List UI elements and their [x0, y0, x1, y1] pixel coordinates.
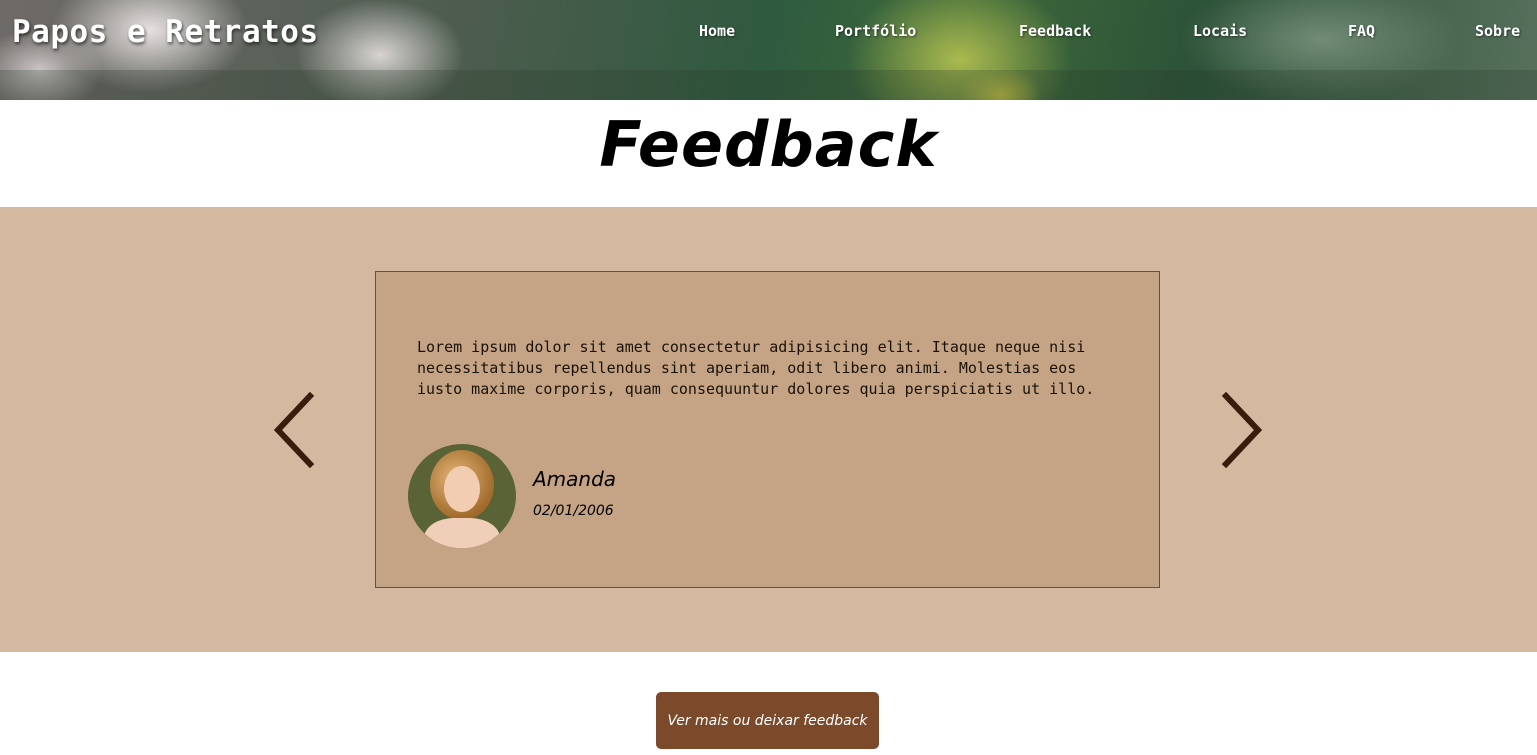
- nav-sobre[interactable]: Sobre: [1475, 22, 1520, 40]
- testimonial-quote: Lorem ipsum dolor sit amet consectetur a…: [417, 338, 1095, 398]
- testimonial-author: Amanda: [533, 467, 617, 491]
- nav-feedback[interactable]: Feedback: [1019, 22, 1091, 40]
- nav-locais[interactable]: Locais: [1193, 22, 1247, 40]
- nav-home[interactable]: Home: [699, 22, 735, 40]
- testimonial-card: Lorem ipsum dolor sit amet consectetur a…: [375, 271, 1160, 588]
- page-title: Feedback: [599, 108, 938, 181]
- nav-portfolio[interactable]: Portfólio: [835, 22, 916, 40]
- see-more-feedback-button[interactable]: Ver mais ou deixar feedback: [656, 692, 879, 749]
- header-background: [0, 70, 1537, 100]
- chevron-left-icon: [273, 391, 315, 469]
- carousel-next-button[interactable]: [1218, 391, 1264, 469]
- site-header: Papos e Retratos Home Portfólio Feedback…: [0, 0, 1537, 100]
- chevron-right-icon: [1221, 391, 1263, 469]
- brand-logo-text[interactable]: Papos e Retratos: [12, 14, 319, 50]
- carousel-prev-button[interactable]: [272, 391, 318, 469]
- testimonial-date: 02/01/2006: [533, 503, 614, 519]
- feedback-carousel: Lorem ipsum dolor sit amet consectetur a…: [0, 207, 1537, 652]
- nav-faq[interactable]: FAQ: [1348, 22, 1375, 40]
- avatar: [408, 444, 516, 548]
